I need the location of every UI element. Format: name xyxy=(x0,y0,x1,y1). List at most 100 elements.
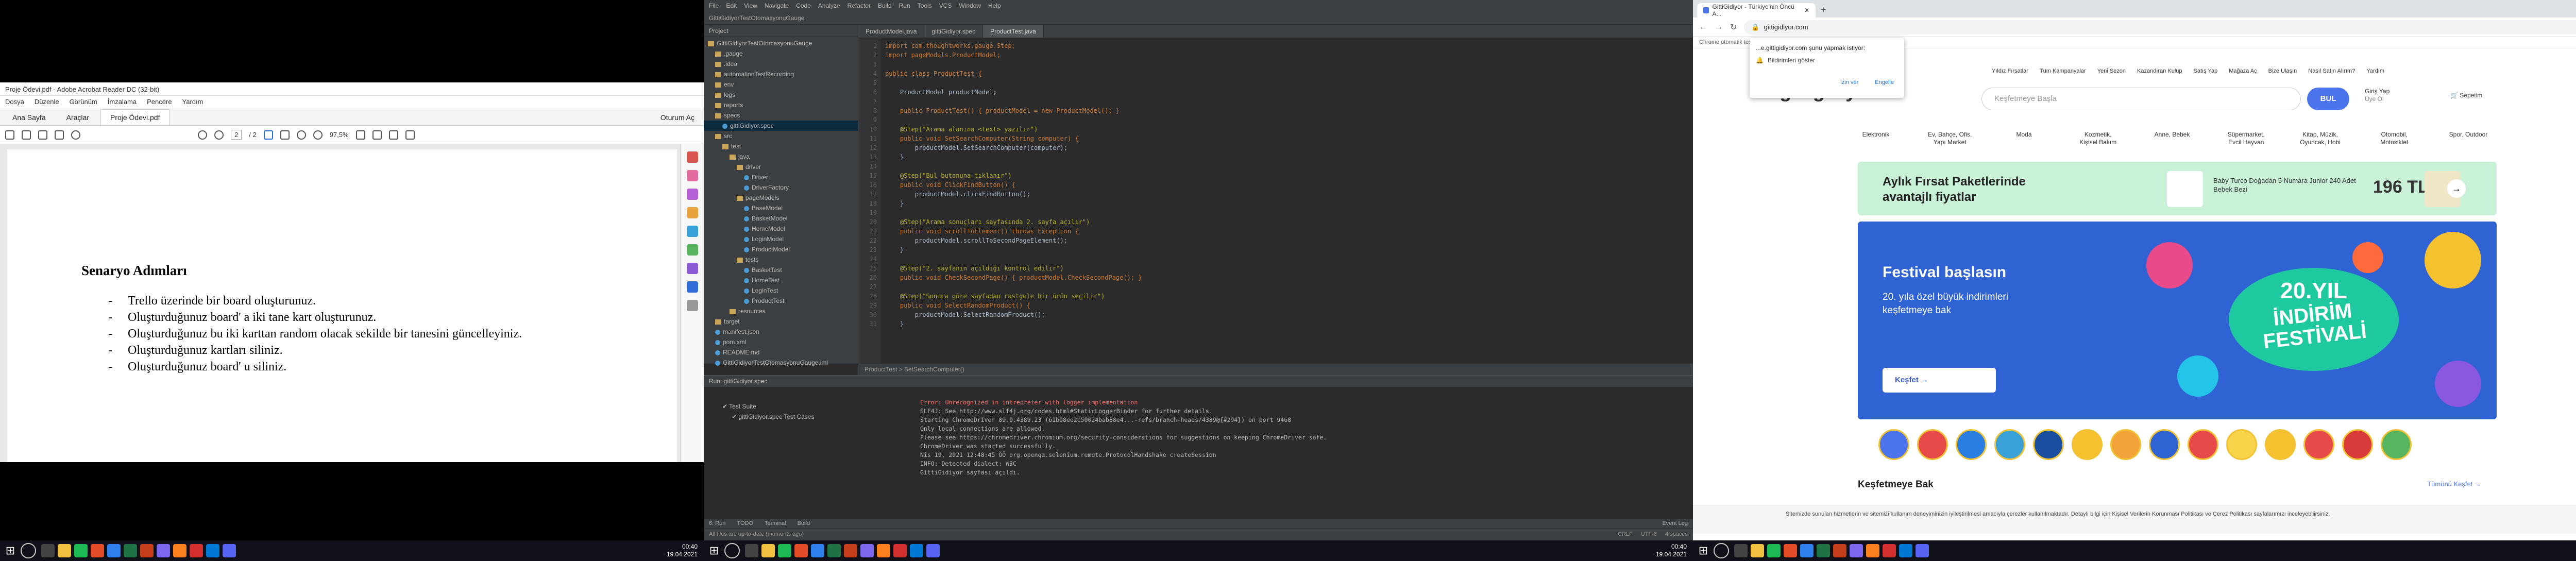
tree-item[interactable]: GittiGidiyorTestOtomasyonuGauge.iml xyxy=(704,358,858,368)
menu-window[interactable]: Window xyxy=(959,2,981,9)
chrome-icon[interactable] xyxy=(1784,544,1797,557)
story-item[interactable] xyxy=(2110,429,2141,460)
teams-icon[interactable] xyxy=(1850,544,1863,557)
account-menu[interactable]: Giriş Yap Üye Ol xyxy=(2365,88,2389,103)
tree-item[interactable]: DriverFactory xyxy=(704,182,858,193)
code-line[interactable]: } xyxy=(885,152,1688,162)
edit-pdf-icon[interactable] xyxy=(686,189,698,200)
line-separator[interactable]: CRLF xyxy=(1618,531,1633,538)
story-item[interactable] xyxy=(2033,429,2064,460)
story-item[interactable] xyxy=(2342,429,2373,460)
tree-item[interactable]: Driver xyxy=(704,172,858,182)
fit-icon[interactable] xyxy=(355,130,365,140)
tab-document[interactable]: Proje Ödevi.pdf xyxy=(100,109,170,125)
more-tools-icon[interactable] xyxy=(686,300,698,311)
search-input[interactable]: Keşfetmeye Başla xyxy=(1981,88,2301,110)
tree-item[interactable]: test xyxy=(704,141,858,151)
zoom-in-icon[interactable] xyxy=(313,130,323,140)
tree-item[interactable]: automationTestRecording xyxy=(704,69,858,79)
code-line[interactable]: productModel.scrollToSecondPageElement()… xyxy=(885,236,1688,245)
tree-item[interactable]: specs xyxy=(704,110,858,121)
tree-item[interactable]: manifest.json xyxy=(704,327,858,337)
code-line[interactable]: productModel.SelectRandomProduct(); xyxy=(885,310,1688,319)
acrobat-icon[interactable] xyxy=(1883,544,1896,557)
code-line[interactable]: productModel.clickFindButton(); xyxy=(885,190,1688,199)
taskview-icon[interactable] xyxy=(1734,544,1748,557)
discord-icon[interactable] xyxy=(223,544,236,557)
lock-icon[interactable]: 🔒 xyxy=(1751,23,1759,31)
tree-item[interactable]: BasketModel xyxy=(704,213,858,224)
menu-navigate[interactable]: Navigate xyxy=(765,2,789,9)
code-line[interactable] xyxy=(885,78,1688,88)
intellij-icon[interactable] xyxy=(1866,544,1879,557)
browser-tab[interactable]: GittiGidiyor - Türkiye'nin Öncü A... ✕ xyxy=(1697,3,1816,18)
indent[interactable]: 4 spaces xyxy=(1665,531,1688,538)
acrobat-icon[interactable] xyxy=(190,544,203,557)
link-yildiz[interactable]: Yıldız Fırsatlar xyxy=(1992,68,2028,74)
code-line[interactable]: public void CheckSecondPage() { productM… xyxy=(885,273,1688,282)
menu-sign[interactable]: İmzalama xyxy=(108,98,137,106)
comment-tool-icon[interactable] xyxy=(686,207,698,218)
tree-item[interactable]: README.md xyxy=(704,347,858,358)
link-kampanya[interactable]: Tüm Kampanyalar xyxy=(2040,68,2086,74)
back-icon[interactable]: ← xyxy=(1699,23,1707,32)
story-item[interactable] xyxy=(2149,429,2180,460)
menu-code[interactable]: Code xyxy=(796,2,811,9)
tree-item[interactable]: env xyxy=(704,79,858,90)
link-yenisezon[interactable]: Yeni Sezon xyxy=(2097,68,2126,74)
category-fashion[interactable]: Moda xyxy=(2001,131,2047,146)
arrow-right-icon[interactable]: → xyxy=(2447,179,2466,198)
tree-item[interactable]: driver xyxy=(704,162,858,172)
word-icon[interactable] xyxy=(811,544,824,557)
run-tree-item[interactable]: ✔ gittiGidiyor.spec Test Cases xyxy=(722,412,902,422)
tab-spec[interactable]: gittiGidiyor.spec xyxy=(924,25,984,38)
search-icon[interactable] xyxy=(1714,543,1729,558)
code-line[interactable] xyxy=(885,162,1688,171)
story-item[interactable] xyxy=(1956,429,1987,460)
powerpoint-icon[interactable] xyxy=(140,544,154,557)
code-editor[interactable]: 1 2 3 4 5 6 7 8 9 10 11 12 13 14 15 16 17 18 19 20 21 22 23 24 2… xyxy=(858,38,1693,364)
menu-tools[interactable]: Tools xyxy=(918,2,932,9)
forward-icon[interactable]: → xyxy=(1715,23,1723,32)
category-auto[interactable]: Otomobil, Motosiklet xyxy=(2371,131,2417,146)
tree-item[interactable]: logs xyxy=(704,90,858,100)
tree-item[interactable]: HomeModel xyxy=(704,224,858,234)
upload-icon[interactable] xyxy=(22,130,31,140)
link-satis[interactable]: Satış Yap xyxy=(2194,68,2218,74)
link-yardim[interactable]: Yardım xyxy=(2366,68,2384,74)
tree-item[interactable]: pageModels xyxy=(704,193,858,203)
tree-item[interactable]: tests xyxy=(704,254,858,265)
signin-link[interactable]: Oturum Aç xyxy=(654,110,701,125)
search-icon[interactable] xyxy=(21,543,36,558)
code-line[interactable]: public void SetSearchComputer(String com… xyxy=(885,134,1688,143)
run-tree-item[interactable]: ✔ Test Suite xyxy=(722,401,902,412)
mail-icon[interactable] xyxy=(55,130,64,140)
code-line[interactable]: public void SelectRandomProduct() { xyxy=(885,301,1688,310)
tree-item[interactable]: LoginTest xyxy=(704,285,858,296)
tree-item[interactable]: src xyxy=(704,131,858,141)
code-line[interactable]: public void ClickFindButton() { xyxy=(885,180,1688,190)
menu-help[interactable]: Help xyxy=(988,2,1001,9)
explorer-icon[interactable] xyxy=(761,544,775,557)
menu-analyze[interactable]: Analyze xyxy=(818,2,840,9)
story-item[interactable] xyxy=(2072,429,2103,460)
project-panel-title[interactable]: Project xyxy=(704,25,858,37)
powerpoint-icon[interactable] xyxy=(844,544,857,557)
tree-item[interactable]: ProductTest xyxy=(704,296,858,306)
taskview-icon[interactable] xyxy=(745,544,758,557)
category-baby[interactable]: Anne, Bebek xyxy=(2149,131,2195,146)
word-icon[interactable] xyxy=(107,544,121,557)
menu-vcs[interactable]: VCS xyxy=(939,2,952,9)
festival-banner[interactable]: Festival başlasın 20. yıla özel büyük in… xyxy=(1858,222,2497,419)
page-number-input[interactable]: 2 xyxy=(231,130,242,140)
menu-edit[interactable]: Düzenle xyxy=(35,98,59,106)
spotify-icon[interactable] xyxy=(1767,544,1781,557)
category-cosmetics[interactable]: Kozmetik, Kişisel Bakım xyxy=(2075,131,2121,146)
code-line[interactable] xyxy=(885,60,1688,69)
new-tab-icon[interactable]: + xyxy=(1821,5,1826,15)
tree-item[interactable]: target xyxy=(704,316,858,327)
windows-start-icon[interactable]: ⊞ xyxy=(3,543,18,558)
tree-item[interactable]: .idea xyxy=(704,59,858,69)
intellij-icon[interactable] xyxy=(877,544,890,557)
page-down-icon[interactable] xyxy=(214,130,224,140)
